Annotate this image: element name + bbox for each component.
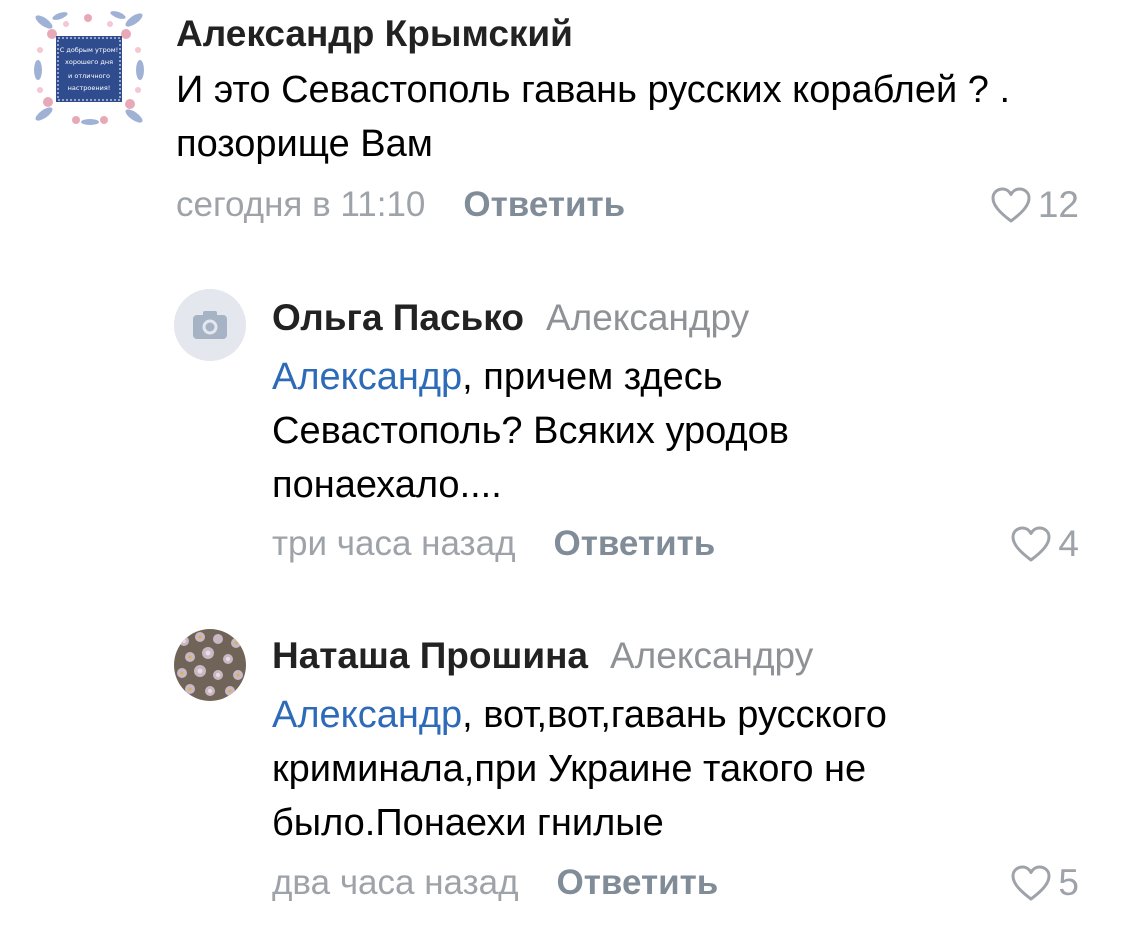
author-name[interactable]: Ольга Пасько xyxy=(272,297,524,338)
comment-text: Александр, вот,вот,гавань русского крими… xyxy=(272,688,1012,850)
comment-text: Александр, причем здесь Севастополь? Вся… xyxy=(272,350,892,512)
like-count: 12 xyxy=(1037,184,1079,225)
reply-to-name[interactable]: Александру xyxy=(546,297,749,338)
like-button[interactable]: 5 xyxy=(1010,861,1079,905)
flowers-photo-image xyxy=(174,629,246,701)
postcard-avatar-image: С добрым утром! хорошего дня и отличного… xyxy=(30,10,148,128)
postcard-line-4: настроения! xyxy=(68,84,111,92)
like-button[interactable]: 12 xyxy=(990,183,1079,227)
comment-meta: три часа назад Ответить xyxy=(272,522,715,566)
mention-link[interactable]: Александр xyxy=(272,694,462,736)
timestamp: сегодня в 11:10 xyxy=(176,185,426,224)
like-count: 5 xyxy=(1058,862,1079,903)
postcard-line-3: и отличного xyxy=(68,72,110,80)
mention-link[interactable]: Александр xyxy=(272,356,462,398)
reply-button[interactable]: Ответить xyxy=(554,524,716,563)
heart-icon xyxy=(1011,865,1051,901)
avatar[interactable]: С добрым утром! хорошего дня и отличного… xyxy=(30,10,148,128)
like-button[interactable]: 4 xyxy=(1010,522,1079,566)
postcard-line-2: хорошего дня xyxy=(65,58,113,66)
like-count: 4 xyxy=(1058,523,1079,564)
avatar[interactable] xyxy=(174,289,246,361)
comment-meta: сегодня в 11:10 Ответить xyxy=(176,183,625,227)
comment-text: И это Севастополь гавань русских корабле… xyxy=(176,63,1086,171)
comment-meta: два часа назад Ответить xyxy=(272,861,718,905)
camera-icon xyxy=(174,289,246,361)
comment-header: Ольга Пасько Александру xyxy=(272,296,749,340)
reply-button[interactable]: Ответить xyxy=(557,863,719,902)
author-name[interactable]: Александр Крымский xyxy=(176,13,573,54)
heart-icon xyxy=(1011,526,1051,562)
avatar[interactable] xyxy=(174,629,246,701)
comment-header: Наташа Прошина Александру xyxy=(272,634,813,678)
reply-to-name[interactable]: Александру xyxy=(610,635,813,676)
author-name[interactable]: Наташа Прошина xyxy=(272,635,588,676)
timestamp: два часа назад xyxy=(272,863,519,902)
heart-icon xyxy=(991,187,1031,223)
comment-header: Александр Крымский xyxy=(176,12,573,56)
timestamp: три часа назад xyxy=(272,524,516,563)
postcard-line-1: С добрым утром! xyxy=(60,46,119,54)
comment-body: И это Севастополь гавань русских корабле… xyxy=(176,69,1011,165)
reply-button[interactable]: Ответить xyxy=(463,185,625,224)
